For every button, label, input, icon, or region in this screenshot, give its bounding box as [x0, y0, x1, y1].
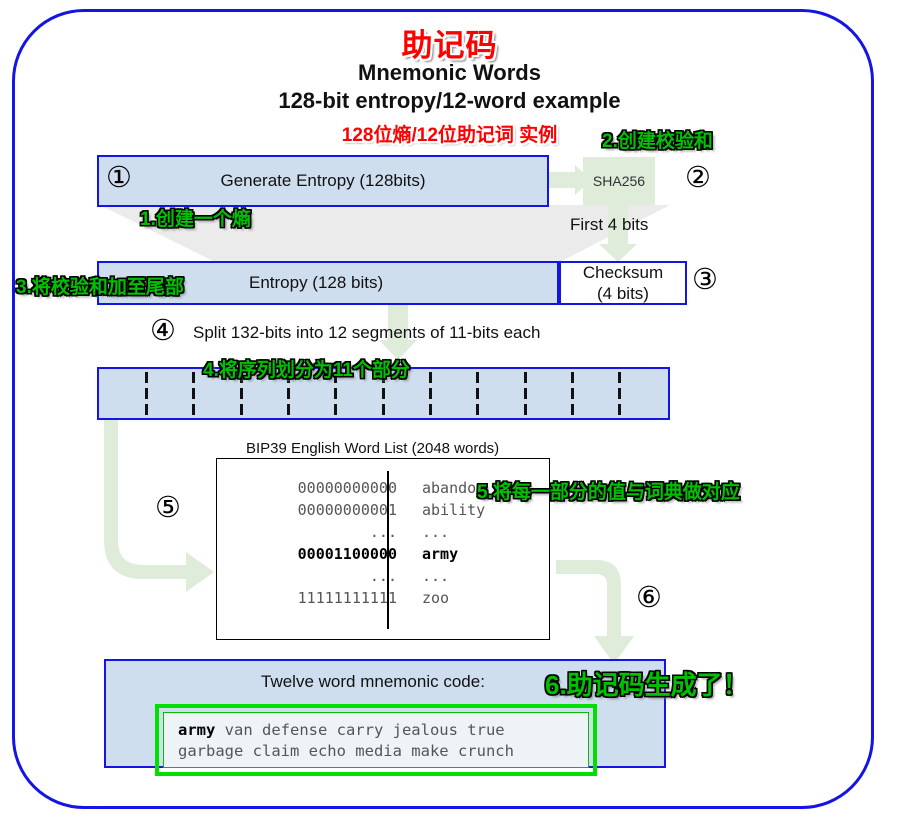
segment-divider-dash — [334, 404, 338, 415]
segment-divider-dash — [286, 388, 290, 399]
page-title-cn: 助记码 — [401, 28, 498, 63]
segment-divider-dash — [428, 372, 432, 383]
segment-divider-dash — [144, 372, 148, 383]
segment-divider-dash — [618, 388, 622, 399]
wordlist-bits: 00000000001 — [297, 501, 397, 519]
note-step-1: 1.创建一个熵 — [140, 209, 251, 230]
note-step-6: 6.助记码生成了！ — [545, 670, 749, 700]
segment-divider-dash — [618, 372, 622, 383]
step-3-marker: ③ — [692, 262, 718, 296]
wordlist-bits: ... — [369, 523, 397, 541]
note-step-4: 4.将序列划分为11个部分 — [203, 360, 410, 381]
segment-divider-dash — [570, 388, 574, 399]
page-title-en: Mnemonic Words — [358, 60, 541, 85]
segment-divider-dash — [523, 372, 527, 383]
step-6-marker: ⑥ — [636, 580, 662, 614]
note-step-2: 2.创建校验和 — [602, 131, 713, 152]
wordlist-row: ...... — [247, 565, 572, 587]
segment-divider-dash — [192, 372, 196, 383]
segment-divider-dash — [381, 404, 385, 415]
split-label: Split 132-bits into 12 segments of 11-bi… — [193, 323, 541, 342]
segment-divider-dash — [428, 404, 432, 415]
segment-divider-dash — [334, 388, 338, 399]
wordlist-row: 00001100000 army — [247, 543, 572, 565]
segment-divider-dash — [428, 388, 432, 399]
wordlist-caption: BIP39 English Word List (2048 words) — [246, 440, 500, 457]
step-4-marker: ④ — [150, 313, 176, 347]
segment-divider-dash — [523, 388, 527, 399]
note-step-3: 3.将校验和加至尾部 — [16, 277, 184, 298]
generate-entropy-label: Generate Entropy (128bits) — [220, 171, 426, 190]
mnemonic-line1-rest: van defense carry jealous true — [215, 721, 505, 739]
segment-divider-dash — [381, 388, 385, 399]
diagram-canvas: 助记码 Mnemonic Words 128-bit entropy/12-wo… — [0, 0, 899, 822]
generate-entropy-box: Generate Entropy (128bits) — [97, 155, 549, 207]
wordlist-row: 11111111111 zoo — [247, 587, 572, 609]
wordlist-word: ... — [422, 567, 450, 585]
wordlist-row: ...... — [247, 521, 572, 543]
step-5-marker: ⑤ — [155, 490, 181, 524]
checksum-label-line1: Checksum — [582, 262, 664, 282]
step-2-marker: ② — [685, 160, 711, 194]
segment-divider-dash — [570, 372, 574, 383]
wordlist-bits: ... — [369, 567, 397, 585]
mnemonic-words: army van defense carry jealous true garb… — [163, 712, 589, 768]
segment-divider-dash — [192, 404, 196, 415]
segment-divider-dash — [570, 404, 574, 415]
segment-divider-dash — [239, 388, 243, 399]
wordlist-word: ... — [422, 523, 450, 541]
wordlist-word: army — [422, 545, 459, 563]
wordlist-bits: 00000000000 — [297, 479, 397, 497]
checksum-label-line2: (4 bits) — [597, 284, 649, 303]
wordlist-word: zoo — [422, 589, 450, 607]
segment-divider-dash — [476, 388, 480, 399]
segment-divider-dash — [144, 404, 148, 415]
segment-divider-dash — [476, 404, 480, 415]
first-4-bits-label: First 4 bits — [570, 215, 649, 234]
sha256-block: SHA256 — [583, 157, 655, 205]
page-subtitle-cn: 128位熵/12位助记词 实例 — [341, 125, 558, 146]
segment-divider-dash — [144, 388, 148, 399]
entropy-label: Entropy (128 bits) — [249, 273, 384, 292]
mnemonic-first-word: army — [178, 721, 216, 739]
segment-divider-dash — [476, 372, 480, 383]
step-1-marker: ① — [106, 160, 132, 194]
sha256-label: SHA256 — [592, 173, 646, 189]
segment-divider-dash — [523, 404, 527, 415]
mnemonic-caption: Twelve word mnemonic code: — [261, 672, 485, 691]
segment-divider-dash — [239, 404, 243, 415]
wordlist-bits: 11111111111 — [297, 589, 397, 607]
checksum-box: Checksum (4 bits) — [559, 261, 687, 305]
segment-divider-dash — [192, 388, 196, 399]
mnemonic-line2: garbage claim echo media make crunch — [178, 742, 514, 760]
wordlist-bits: 00001100000 — [297, 545, 397, 563]
segment-divider-dash — [286, 404, 290, 415]
page-subtitle-en: 128-bit entropy/12-word example — [278, 88, 621, 113]
note-step-5: 5.将每一部分的值与词典做对应 — [477, 482, 740, 503]
segment-divider-dash — [618, 404, 622, 415]
